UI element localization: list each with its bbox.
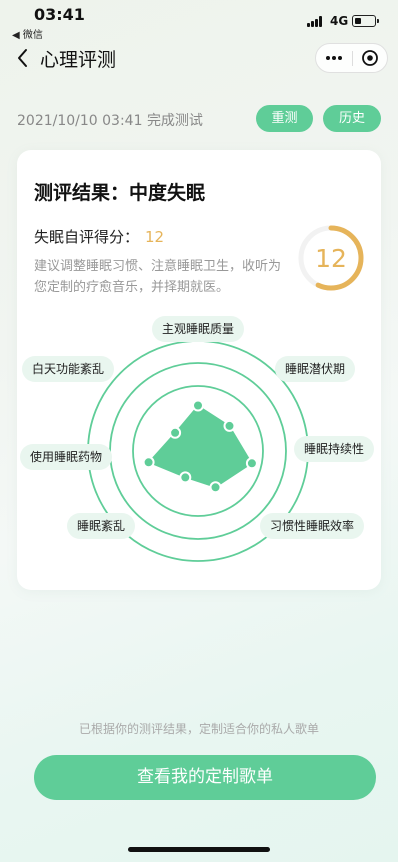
radar-label-chip: 睡眠持续性 — [294, 436, 375, 462]
radar-point — [192, 399, 204, 412]
mini-program-capsule — [315, 43, 388, 73]
home-indicator — [128, 847, 270, 852]
signal-icon — [307, 16, 323, 27]
radar-point — [179, 471, 192, 484]
result-card: 测评结果：中度失眠 失眠自评得分： 12 建议调整睡眠习惯、注意睡眠卫生，收听为您… — [17, 150, 381, 590]
back-button[interactable] — [10, 44, 36, 72]
radar-point — [245, 457, 258, 470]
status-bar: 03:41 ◀ 微信 4G — [0, 0, 398, 41]
close-mini-program-button[interactable] — [353, 44, 388, 72]
radar-point — [169, 426, 182, 439]
battery-icon — [352, 15, 379, 27]
status-time: 03:41 — [34, 5, 85, 24]
radar-point — [209, 481, 222, 494]
network-type: 4G — [330, 14, 349, 28]
back-to-wechat-link[interactable]: ◀ 微信 — [12, 26, 43, 41]
radar-label-chip: 习惯性睡眠效率 — [260, 513, 365, 539]
view-playlist-button[interactable]: 查看我的定制歌单 — [34, 755, 376, 800]
radar-label-chip: 使用睡眠药物 — [20, 444, 113, 470]
hint-text: 已根据你的测评结果，定制适合你的私人歌单 — [78, 722, 319, 736]
retest-button[interactable]: 重测 — [256, 105, 313, 132]
test-completion-time: 2021/10/10 03:41 完成测试 — [17, 113, 203, 129]
nav-bar: 心理评测 — [0, 40, 398, 76]
history-button[interactable]: 历史 — [323, 105, 381, 132]
radar-area — [147, 404, 253, 488]
target-icon — [362, 50, 378, 66]
radar-label-chip: 睡眠潜伏期 — [275, 356, 356, 382]
radar-label-chip: 主观睡眠质量 — [152, 316, 245, 342]
radar-point — [223, 419, 236, 432]
page-title: 心理评测 — [40, 49, 117, 71]
radar-label-chip: 睡眠紊乱 — [67, 513, 136, 539]
more-button[interactable] — [316, 44, 352, 72]
more-dots-icon — [326, 56, 342, 60]
radar-point — [142, 456, 155, 469]
chevron-left-icon — [18, 49, 27, 67]
radar-label-chip: 白天功能紊乱 — [22, 356, 115, 382]
